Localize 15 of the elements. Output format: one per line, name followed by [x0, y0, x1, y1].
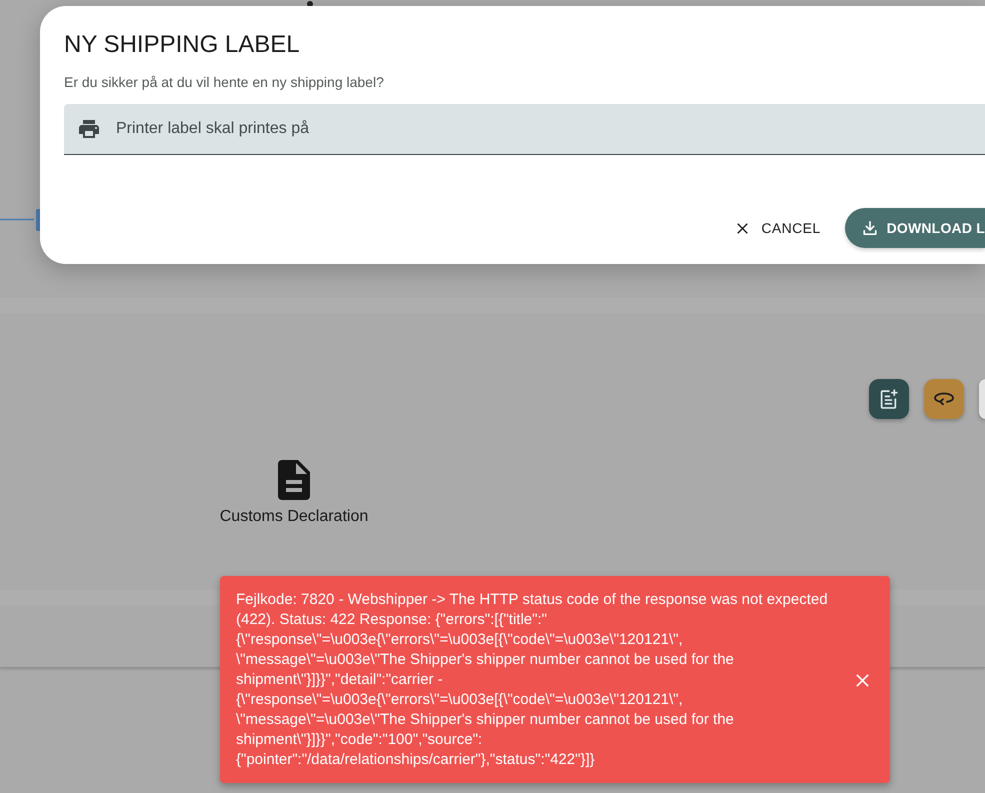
document-plus-icon	[879, 389, 899, 409]
action-button[interactable]	[869, 379, 909, 419]
document-icon	[278, 460, 310, 500]
printer-icon	[79, 120, 99, 138]
printer-select[interactable]: Printer label skal printes på	[64, 104, 985, 155]
dialog-title: NY SHIPPING LABEL	[64, 30, 300, 60]
download-button[interactable]: DOWNLOAD L	[844, 208, 985, 248]
dialog-message: Er du sikker på at du vil hente en ny shipping label?	[64, 73, 384, 92]
close-icon	[856, 674, 868, 686]
document-label[interactable]: Customs Declaration	[220, 507, 368, 527]
action-button[interactable]	[924, 379, 964, 419]
download-icon	[862, 221, 877, 235]
close-icon	[737, 222, 748, 234]
cancel-button[interactable]: CANCEL	[729, 208, 829, 248]
toast-message: Fejlkode: 7820 - Webshipper -> The HTTP status code of the response was not expected (422). Status: 422 Response: {"errors":[{"title":"{\"response\"=\u003e{\"errors\"=\u003e[{\"code\"=\u003e\"120121\", \"message\"=\u003e\"The Shipper's shipper number cannot be used for the shipment\"}]}}","detail":"carrier - {\"response\"=\u003e{\"errors\"=\u003e[{\"code\"=\u003e\"120121\", \"message\"=\u003e\"The Shipper's shipper number cannot be used for the shipment\"}]}}","code":"100","source":{"pointer":"/data/relationships/carrier"},"status":"422"}]}	[236, 590, 829, 770]
